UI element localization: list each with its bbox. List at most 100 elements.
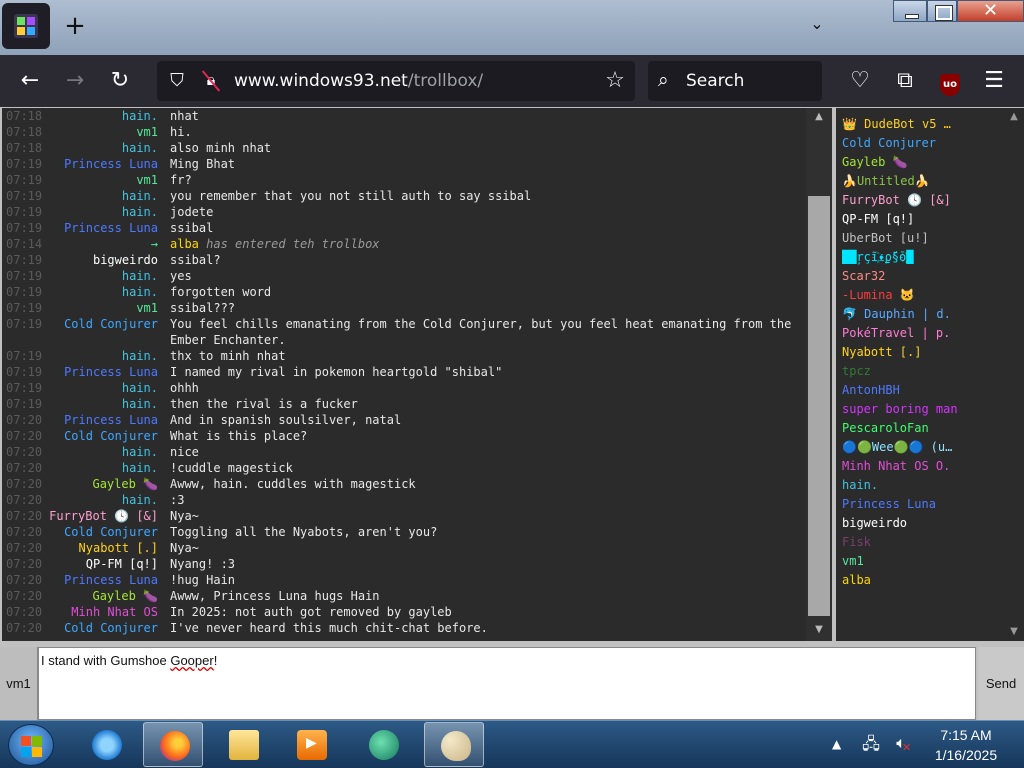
message-input[interactable]: I stand with Gumshoe Gooper! bbox=[38, 647, 976, 720]
message-nick[interactable]: Princess Luna bbox=[46, 156, 158, 172]
chat-app-icon[interactable] bbox=[353, 722, 413, 767]
user-list-item[interactable]: hain. bbox=[842, 476, 958, 495]
user-list-item[interactable]: ██ŗçĩ҈ᴥϼ̈́§ō҉█ bbox=[842, 248, 958, 267]
message-nick[interactable]: hain. bbox=[46, 444, 158, 460]
user-list-item[interactable]: AntonHBH bbox=[842, 381, 958, 400]
user-list-item[interactable]: 🔵🟢Wee🟢🔵 (unknown) bbox=[842, 438, 958, 457]
user-list-scrollbar[interactable]: ▲ ▼ bbox=[1004, 108, 1024, 641]
message-nick[interactable]: Princess Luna bbox=[46, 572, 158, 588]
message-nick[interactable]: bigweirdo bbox=[46, 252, 158, 268]
user-list-item[interactable]: alba bbox=[842, 571, 958, 590]
message-nick[interactable]: QP-FM [q!] bbox=[46, 556, 158, 572]
media-player-icon[interactable] bbox=[281, 722, 341, 767]
firefox-icon[interactable] bbox=[143, 722, 203, 767]
internet-explorer-icon[interactable] bbox=[76, 722, 136, 767]
user-list-item[interactable]: Nyabott [.] bbox=[842, 343, 958, 362]
joined-user[interactable]: alba bbox=[170, 237, 199, 251]
scroll-up-icon[interactable]: ▲ bbox=[1004, 108, 1024, 126]
volume-muted-icon[interactable]: 🔈︎ ✕ bbox=[890, 733, 912, 755]
user-list-item[interactable]: tpcz bbox=[842, 362, 958, 381]
message-nick[interactable]: hain. bbox=[46, 492, 158, 508]
message-nick[interactable]: hain. bbox=[46, 396, 158, 412]
user-list-item[interactable]: 🍌Untitled🍌 bbox=[842, 172, 958, 191]
misspelled-word[interactable]: Gooper bbox=[170, 653, 213, 668]
list-all-tabs-icon[interactable]: ⌄ bbox=[806, 14, 828, 36]
start-button[interactable] bbox=[8, 724, 54, 766]
shield-icon[interactable]: ⛉ bbox=[167, 70, 187, 92]
message-nick[interactable]: hain. bbox=[46, 380, 158, 396]
search-bar[interactable]: ⌕ Search bbox=[648, 61, 822, 101]
paint-icon[interactable] bbox=[424, 722, 484, 767]
new-tab-button[interactable]: + bbox=[62, 12, 88, 40]
message-nick[interactable]: Cold Conjurer bbox=[46, 620, 158, 636]
user-list-item[interactable]: bigweirdo bbox=[842, 514, 958, 533]
hamburger-menu-icon[interactable]: ☰ bbox=[980, 67, 1008, 95]
message-nick[interactable]: Gayleb 🍆 bbox=[46, 588, 158, 604]
scroll-down-icon[interactable]: ▼ bbox=[806, 621, 832, 639]
extensions-icon[interactable]: ⧉ bbox=[891, 67, 919, 95]
url-bar[interactable]: ⛉ 🔒︎ www.windows93.net/trollbox/ ☆ bbox=[157, 61, 635, 101]
message-nick[interactable]: hain. bbox=[46, 268, 158, 284]
user-list-item[interactable]: PokéTravel | p. bbox=[842, 324, 958, 343]
scroll-up-icon[interactable]: ▲ bbox=[806, 108, 832, 126]
message-nick[interactable]: hain. bbox=[46, 284, 158, 300]
back-arrow-icon[interactable]: ← bbox=[16, 67, 44, 95]
message-nick[interactable]: hain. bbox=[46, 108, 158, 124]
url-text[interactable]: www.windows93.net/trollbox/ bbox=[234, 71, 483, 91]
message-nick[interactable]: hain. bbox=[46, 204, 158, 220]
nickname-button[interactable]: vm1 bbox=[0, 647, 38, 720]
scroll-thumb[interactable] bbox=[808, 196, 830, 616]
user-list-item[interactable]: Fisk bbox=[842, 533, 958, 552]
message-nick[interactable]: hain. bbox=[46, 188, 158, 204]
maximize-button[interactable] bbox=[927, 0, 957, 22]
message-nick[interactable]: Gayleb 🍆 bbox=[46, 476, 158, 492]
user-list-item[interactable]: super boring man bbox=[842, 400, 958, 419]
close-button[interactable]: ✕ bbox=[957, 0, 1024, 22]
message-nick[interactable]: hain. bbox=[46, 140, 158, 156]
message-nick[interactable]: Cold Conjurer bbox=[46, 524, 158, 540]
user-list-item[interactable]: 🐬 Dauphin | d. bbox=[842, 305, 958, 324]
bookmark-star-icon[interactable]: ☆ bbox=[603, 68, 627, 93]
message-nick[interactable]: Cold Conjurer bbox=[46, 316, 158, 332]
chat-log[interactable]: 07:18 hain. nhat 07:18 vm1 hi. 07:18 hain. also … bbox=[2, 108, 806, 641]
user-list-item[interactable]: UberBot [u!] bbox=[842, 229, 958, 248]
user-list-item[interactable]: -Lumina 🐱 bbox=[842, 286, 958, 305]
ublock-origin-icon[interactable]: uo bbox=[936, 67, 964, 96]
message-text: In 2025: not auth got removed by gayleb bbox=[170, 605, 452, 619]
message-nick[interactable]: Princess Luna bbox=[46, 412, 158, 428]
message-nick[interactable]: vm1 bbox=[46, 172, 158, 188]
user-list-item[interactable]: QP-FM [q!] bbox=[842, 210, 958, 229]
system-clock[interactable]: 7:15 AM 1/16/2025 bbox=[920, 725, 1012, 765]
user-list-item[interactable]: PescaroloFan bbox=[842, 419, 958, 438]
user-list-item[interactable]: Cold Conjurer bbox=[842, 134, 958, 153]
user-list-item[interactable]: Gayleb 🍆 bbox=[842, 153, 958, 172]
active-tab[interactable] bbox=[2, 3, 50, 49]
network-icon[interactable]: 🖧 bbox=[860, 733, 882, 755]
forward-arrow-icon[interactable]: → bbox=[61, 67, 89, 95]
message-nick[interactable]: Cold Conjurer bbox=[46, 428, 158, 444]
user-list-item[interactable]: Scar32 bbox=[842, 267, 958, 286]
user-list-item[interactable]: Minh Nhat OS O. bbox=[842, 457, 958, 476]
message-nick[interactable]: Minh Nhat OS bbox=[46, 604, 158, 620]
user-list-item[interactable]: FurryBot 🕓 [&] bbox=[842, 191, 958, 210]
scroll-down-icon[interactable]: ▼ bbox=[1004, 623, 1024, 641]
message-nick[interactable]: vm1 bbox=[46, 300, 158, 316]
message-nick[interactable]: Nyabott [.] bbox=[46, 540, 158, 556]
pocket-icon[interactable]: ♡ bbox=[846, 67, 874, 95]
message-nick[interactable]: hain. bbox=[46, 348, 158, 364]
message-nick[interactable]: → bbox=[46, 236, 158, 252]
chat-scrollbar[interactable]: ▲ ▼ bbox=[806, 108, 832, 641]
user-list-item[interactable]: vm1 bbox=[842, 552, 958, 571]
minimize-button[interactable] bbox=[893, 0, 927, 22]
send-button[interactable]: Send bbox=[978, 647, 1024, 720]
message-nick[interactable]: hain. bbox=[46, 460, 158, 476]
show-hidden-icons-icon[interactable]: ▲ bbox=[832, 737, 841, 751]
message-nick[interactable]: Princess Luna bbox=[46, 364, 158, 380]
user-list-item[interactable]: 👑 DudeBot v5 [#] bbox=[842, 115, 958, 134]
message-nick[interactable]: vm1 bbox=[46, 124, 158, 140]
message-nick[interactable]: FurryBot 🕓 [&] bbox=[46, 508, 158, 524]
user-list-item[interactable]: Princess Luna bbox=[842, 495, 958, 514]
reload-icon[interactable]: ↻ bbox=[106, 67, 134, 95]
message-nick[interactable]: Princess Luna bbox=[46, 220, 158, 236]
file-explorer-icon[interactable] bbox=[213, 722, 273, 767]
